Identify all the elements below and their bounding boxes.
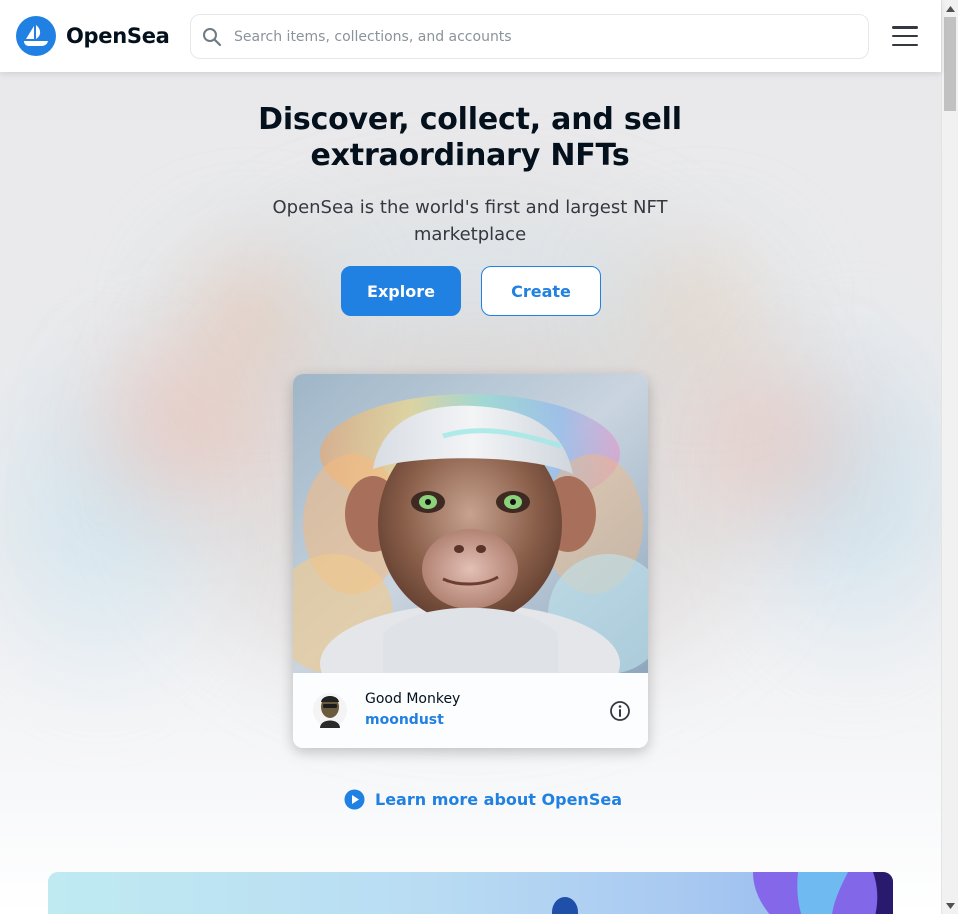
search-input[interactable] (234, 28, 834, 45)
learn-more-label: Learn more about OpenSea (375, 790, 622, 809)
featured-nft-image[interactable] (293, 374, 648, 673)
logo-link[interactable]: OpenSea (16, 16, 170, 56)
create-button[interactable]: Create (481, 266, 601, 316)
brand-name: OpenSea (66, 24, 170, 48)
creator-avatar[interactable] (312, 690, 348, 730)
search-icon (203, 27, 222, 46)
featured-card-footer: Good Monkey moondust (293, 673, 648, 748)
scroll-down-arrow-icon[interactable] (942, 897, 958, 914)
opensea-logo-icon (16, 16, 56, 56)
nft-creator-link[interactable]: moondust (365, 712, 444, 728)
explore-button[interactable]: Explore (341, 266, 461, 316)
scrollbar-thumb[interactable] (944, 17, 956, 111)
search-bar[interactable] (190, 14, 869, 59)
nft-name[interactable]: Good Monkey (365, 691, 460, 707)
play-circle-icon (344, 789, 365, 810)
info-icon[interactable] (609, 700, 631, 722)
learn-more-link[interactable]: Learn more about OpenSea (344, 789, 622, 810)
page-scrollbar[interactable] (941, 0, 958, 914)
promo-banner[interactable] (48, 872, 893, 914)
promo-banner-art (552, 872, 893, 914)
hero-subtitle: OpenSea is the world's first and largest… (272, 197, 668, 245)
featured-nft-card[interactable]: Good Monkey moondust (293, 374, 648, 748)
hero-section: Discover, collect, and sell extraordinar… (0, 72, 941, 914)
scroll-up-arrow-icon[interactable] (942, 0, 958, 17)
top-nav-bar: OpenSea (0, 0, 941, 72)
hero-title: Discover, collect, and sell extraordinar… (258, 102, 682, 173)
hamburger-menu-icon[interactable] (889, 22, 921, 50)
